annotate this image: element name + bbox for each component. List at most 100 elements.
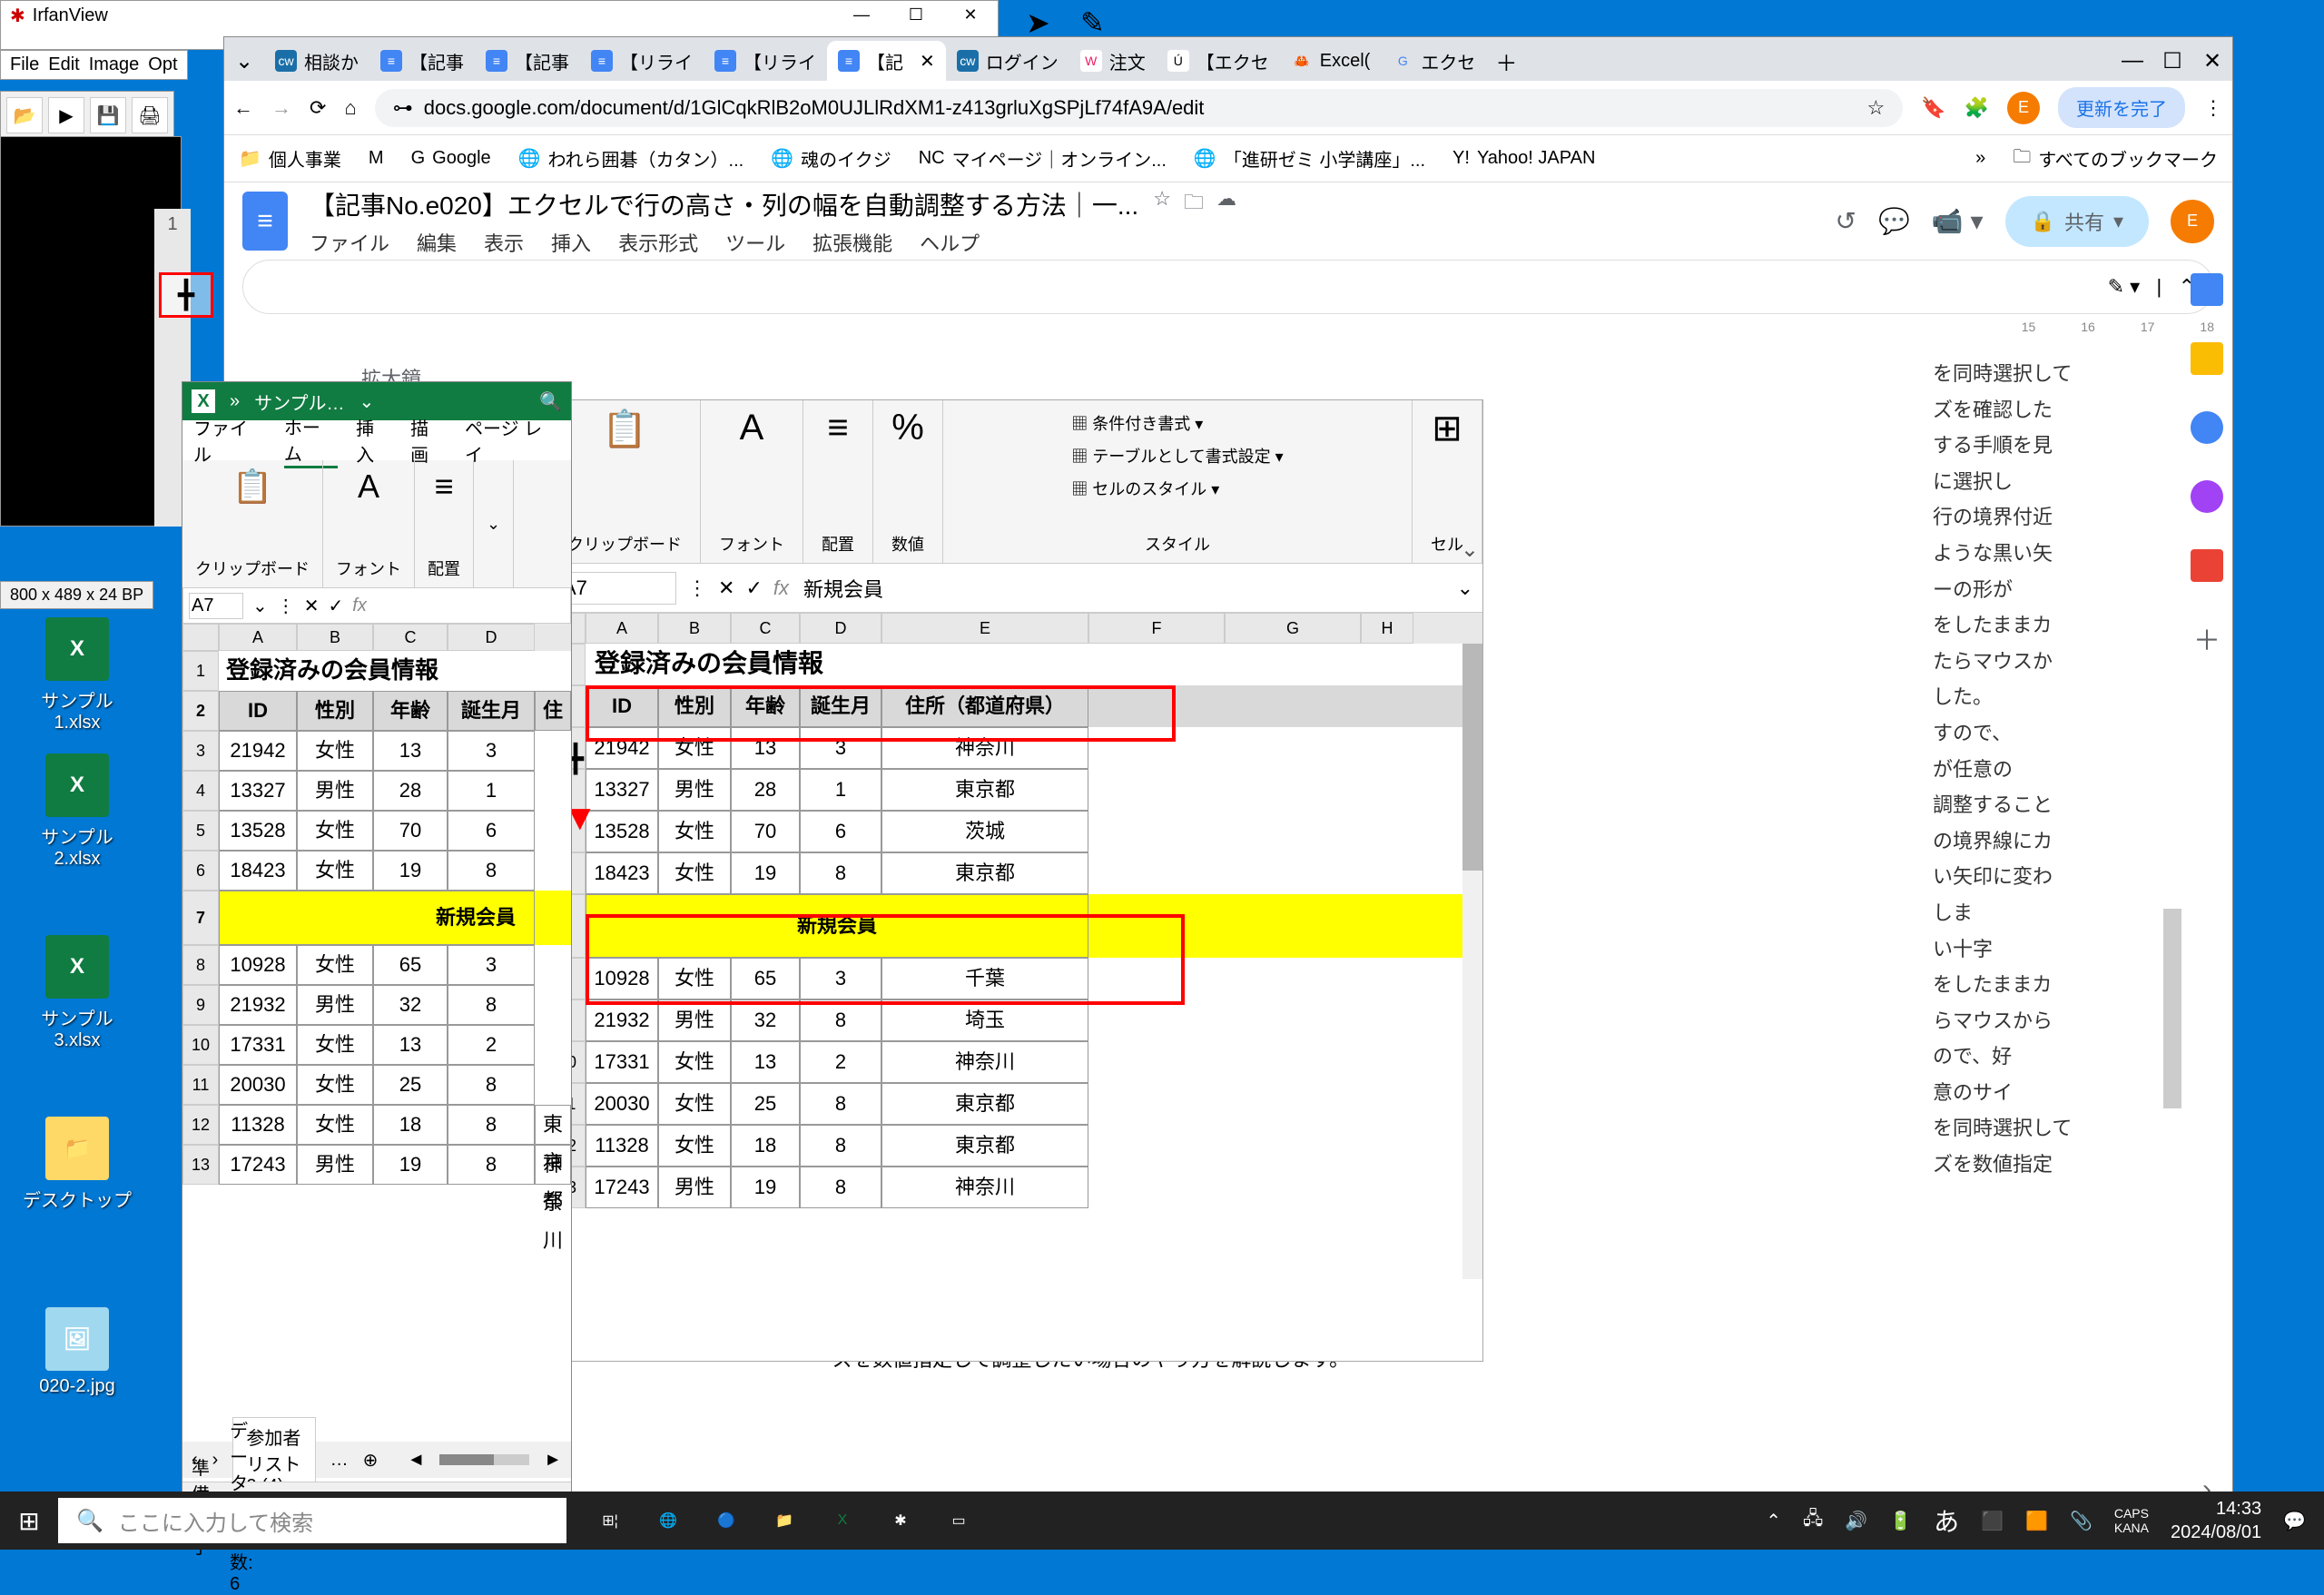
bookmark[interactable]: 🌐 「進研ゼミ 小学講座」... [1194,145,1425,172]
extension-icon[interactable]: 🔖 [1921,96,1945,120]
cancel-icon[interactable]: ✕ [718,576,734,600]
accept-icon[interactable]: ✓ [329,595,344,617]
tab[interactable]: 🦀Excel( [1280,41,1382,81]
start-button[interactable]: ⊞ [0,1492,58,1550]
cond-format-button[interactable]: ▦ 条件付き書式 ▾ [1071,408,1283,440]
col-headers-small[interactable]: ABCD [182,624,571,651]
update-button[interactable]: 更新を完了 [2058,87,2185,128]
menu-tools[interactable]: ツール [725,228,785,257]
ribbon-clipboard[interactable]: 📋クリップボード [182,460,323,587]
bookmark[interactable]: 🌐 われら囲碁（カタン）... [518,145,744,172]
table-format-button[interactable]: ▦ テーブルとして書式設定 ▾ [1071,440,1283,473]
ribbon-align[interactable]: ≡配置 [415,460,474,587]
share-button[interactable]: 🔒 共有 ▾ [2005,196,2149,247]
menu-insert[interactable]: 挿入 [551,228,591,257]
address-bar[interactable]: ⊶ docs.google.com/document/d/1GlCqkRlB2o… [375,89,1903,127]
history-icon[interactable]: ↺ [1835,206,1856,236]
taskbar-search[interactable]: 🔍 ここに入力して検索 [58,1498,566,1543]
menu-ext[interactable]: 拡張機能 [812,228,892,257]
maps-icon[interactable] [2191,549,2223,582]
meet-icon[interactable]: 📹 ▾ [1932,206,1984,236]
cloud-icon[interactable]: ☁ [1216,187,1236,222]
save-icon[interactable]: 💾 [90,97,126,133]
ribbon-group-clipboard[interactable]: 📋クリップボード [549,400,701,563]
bookmark[interactable]: 📁 個人事業 [239,145,341,172]
ribbon-group-styles[interactable]: ▦ 条件付き書式 ▾ ▦ テーブルとして書式設定 ▾ ▦ セルのスタイル ▾ ス… [943,400,1413,563]
back-button[interactable]: ← [233,96,253,120]
cell-styles-button[interactable]: ▦ セルのスタイル ▾ [1071,473,1283,506]
tab[interactable]: cw相談か [264,41,369,81]
menu-layout[interactable]: ページ レイ [465,414,560,467]
window-minimize[interactable]: — [2112,41,2152,81]
close-tab-icon[interactable]: ✕ [920,50,935,73]
doc-scrollbar[interactable] [2163,909,2181,1108]
menu-edit[interactable]: Edit [48,54,79,75]
contacts-icon[interactable] [2191,480,2223,513]
hscroll-left[interactable]: ◄ [407,1450,425,1471]
tray-app-icon[interactable]: ⬛ [1981,1510,2004,1532]
explorer-taskbar-icon[interactable]: 📁 [759,1495,810,1546]
star-icon[interactable]: ☆ [1866,96,1885,120]
irfanview-taskbar-icon[interactable]: ✱ [875,1495,926,1546]
forward-button[interactable]: → [271,96,291,120]
tab[interactable]: ≡【記事 [475,41,580,81]
ribbon-expand[interactable]: ⌄ [474,460,514,587]
all-bookmarks[interactable]: 🗀 すべてのブックマーク [2013,143,2218,174]
tray-app-icon[interactable]: 🟧 [2025,1510,2048,1532]
menu-help[interactable]: ヘルプ [920,228,980,257]
docs-logo-icon[interactable]: ≡ [242,192,288,251]
sheet-menu[interactable]: … [330,1450,349,1471]
menu-draw[interactable]: 描画 [410,414,447,467]
search-icon[interactable]: 🔍 [539,390,562,413]
column-headers[interactable]: ABCDEFGH [549,613,1482,644]
menu-image[interactable]: Image [89,54,140,75]
add-panel-icon[interactable]: ＋ [2193,618,2221,658]
name-box-small[interactable]: A7 [189,593,243,619]
volume-icon[interactable]: 🔊 [1845,1510,1867,1532]
formula-expand[interactable]: ⌄ [1457,576,1473,600]
caps-kana-indicator[interactable]: CAPS KANA [2114,1506,2149,1535]
desktop-icon[interactable]: Xサンプル3.xlsx [18,935,136,1051]
battery-icon[interactable]: 🔋 [1889,1510,1912,1532]
desktop-icon[interactable]: Xサンプル1.xlsx [18,617,136,734]
maximize-button[interactable]: ☐ [889,1,943,28]
taskbar-clock[interactable]: 14:33 2024/08/01 [2171,1497,2261,1544]
site-info-icon[interactable]: ⊶ [393,96,413,120]
menu-icon[interactable]: ⋮ [2203,96,2223,120]
gdocs-toolbar[interactable]: ✎ ▾ | ⌃ [242,260,2214,314]
extensions-icon[interactable]: 🧩 [1965,96,1989,120]
reload-button[interactable]: ⟳ [310,96,326,120]
slideshow-icon[interactable]: ▶ [48,97,84,133]
doc-title[interactable]: 【記事No.e020】エクセルで行の高さ・列の幅を自動調整する方法｜一... [310,186,1138,222]
vertical-scrollbar[interactable] [1462,644,1482,1279]
fx-icon[interactable]: fx [773,576,789,600]
tray-overflow-icon[interactable]: ⌃ [1766,1510,1781,1532]
edge-taskbar-icon[interactable]: 🔵 [701,1495,752,1546]
hscrollbar[interactable] [439,1454,529,1465]
new-tab-button[interactable]: ＋ [1486,41,1526,81]
edit-mode-icon[interactable]: ✎ ▾ [2108,275,2141,298]
tab[interactable]: Gエクセ [1381,41,1486,81]
menu-edit[interactable]: 編集 [417,228,457,257]
calendar-icon[interactable] [2191,273,2223,306]
tasks-icon[interactable] [2191,411,2223,444]
bookmark[interactable]: 🌐 魂のイクジ [771,145,891,172]
sheet-next[interactable]: › [212,1450,219,1471]
new-sheet[interactable]: ⊕ [363,1449,379,1472]
ribbon-group-number[interactable]: %数値 [873,400,943,563]
bookmark[interactable]: M [369,148,384,169]
comment-icon[interactable]: 💬 [1878,206,1910,236]
desktop-icon[interactable]: 📁デスクトップ [18,1117,136,1212]
tab[interactable]: W注文 [1069,41,1157,81]
excel-taskbar-icon[interactable]: X [817,1495,868,1546]
bookmark[interactable]: G Google [411,148,491,169]
tab-scroll-down[interactable]: ⌄ [224,41,264,81]
tab[interactable]: ≡【リライ [704,41,827,81]
fx-icon[interactable]: fx [352,596,367,616]
menu-file[interactable]: ファイル [193,414,266,467]
tray-app-icon[interactable]: 📎 [2070,1510,2093,1532]
bookmark-overflow[interactable]: » [1975,148,1985,169]
hscroll-right[interactable]: ► [544,1450,562,1471]
menu-opt[interactable]: Opt [148,54,177,75]
accept-icon[interactable]: ✓ [745,576,762,600]
